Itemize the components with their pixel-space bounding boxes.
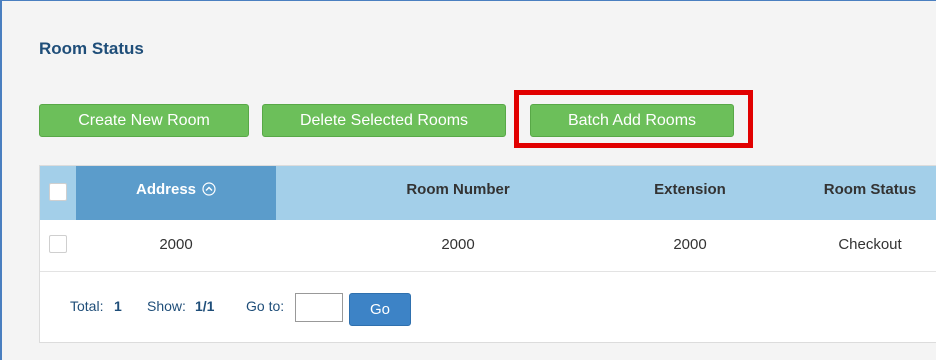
cell-room-status: Checkout (838, 236, 902, 253)
column-header-room-number[interactable]: Room Number (358, 166, 558, 220)
cell-room-number: 2000 (441, 236, 475, 253)
app-frame: Room Status Create New Room Delete Selec… (0, 0, 936, 360)
highlight-box (514, 90, 753, 148)
column-header-extension[interactable]: Extension (600, 166, 780, 220)
goto-label: Go to: (246, 298, 285, 314)
pagination-bar: Total: 1 Show: 1/1 Go to: Go (40, 273, 936, 343)
column-label-address: Address (135, 181, 197, 198)
page-title: Room Status (39, 39, 144, 58)
create-new-room-button[interactable]: Create New Room (39, 104, 249, 137)
go-button[interactable]: Go (349, 293, 411, 326)
column-header-room-status[interactable]: Room Status (800, 166, 936, 220)
chevron-up-circle-icon[interactable] (202, 182, 216, 196)
show-value: 1/1 (195, 298, 215, 314)
show-label: Show: (147, 298, 186, 314)
column-header-address[interactable]: Address (76, 166, 276, 220)
total-value: 1 (114, 298, 122, 314)
table-row[interactable]: 2000 2000 2000 Checkout (40, 220, 936, 272)
select-all-checkbox[interactable] (49, 183, 67, 201)
table-header: Address Room Number Extension Room Statu… (40, 166, 936, 220)
total-label: Total: (70, 298, 104, 314)
delete-selected-rooms-button[interactable]: Delete Selected Rooms (262, 104, 506, 137)
cell-address: 2000 (159, 236, 193, 253)
room-table-panel: Address Room Number Extension Room Statu… (39, 165, 936, 343)
goto-page-input[interactable] (295, 293, 343, 322)
cell-extension: 2000 (673, 236, 707, 253)
row-checkbox[interactable] (49, 235, 67, 253)
